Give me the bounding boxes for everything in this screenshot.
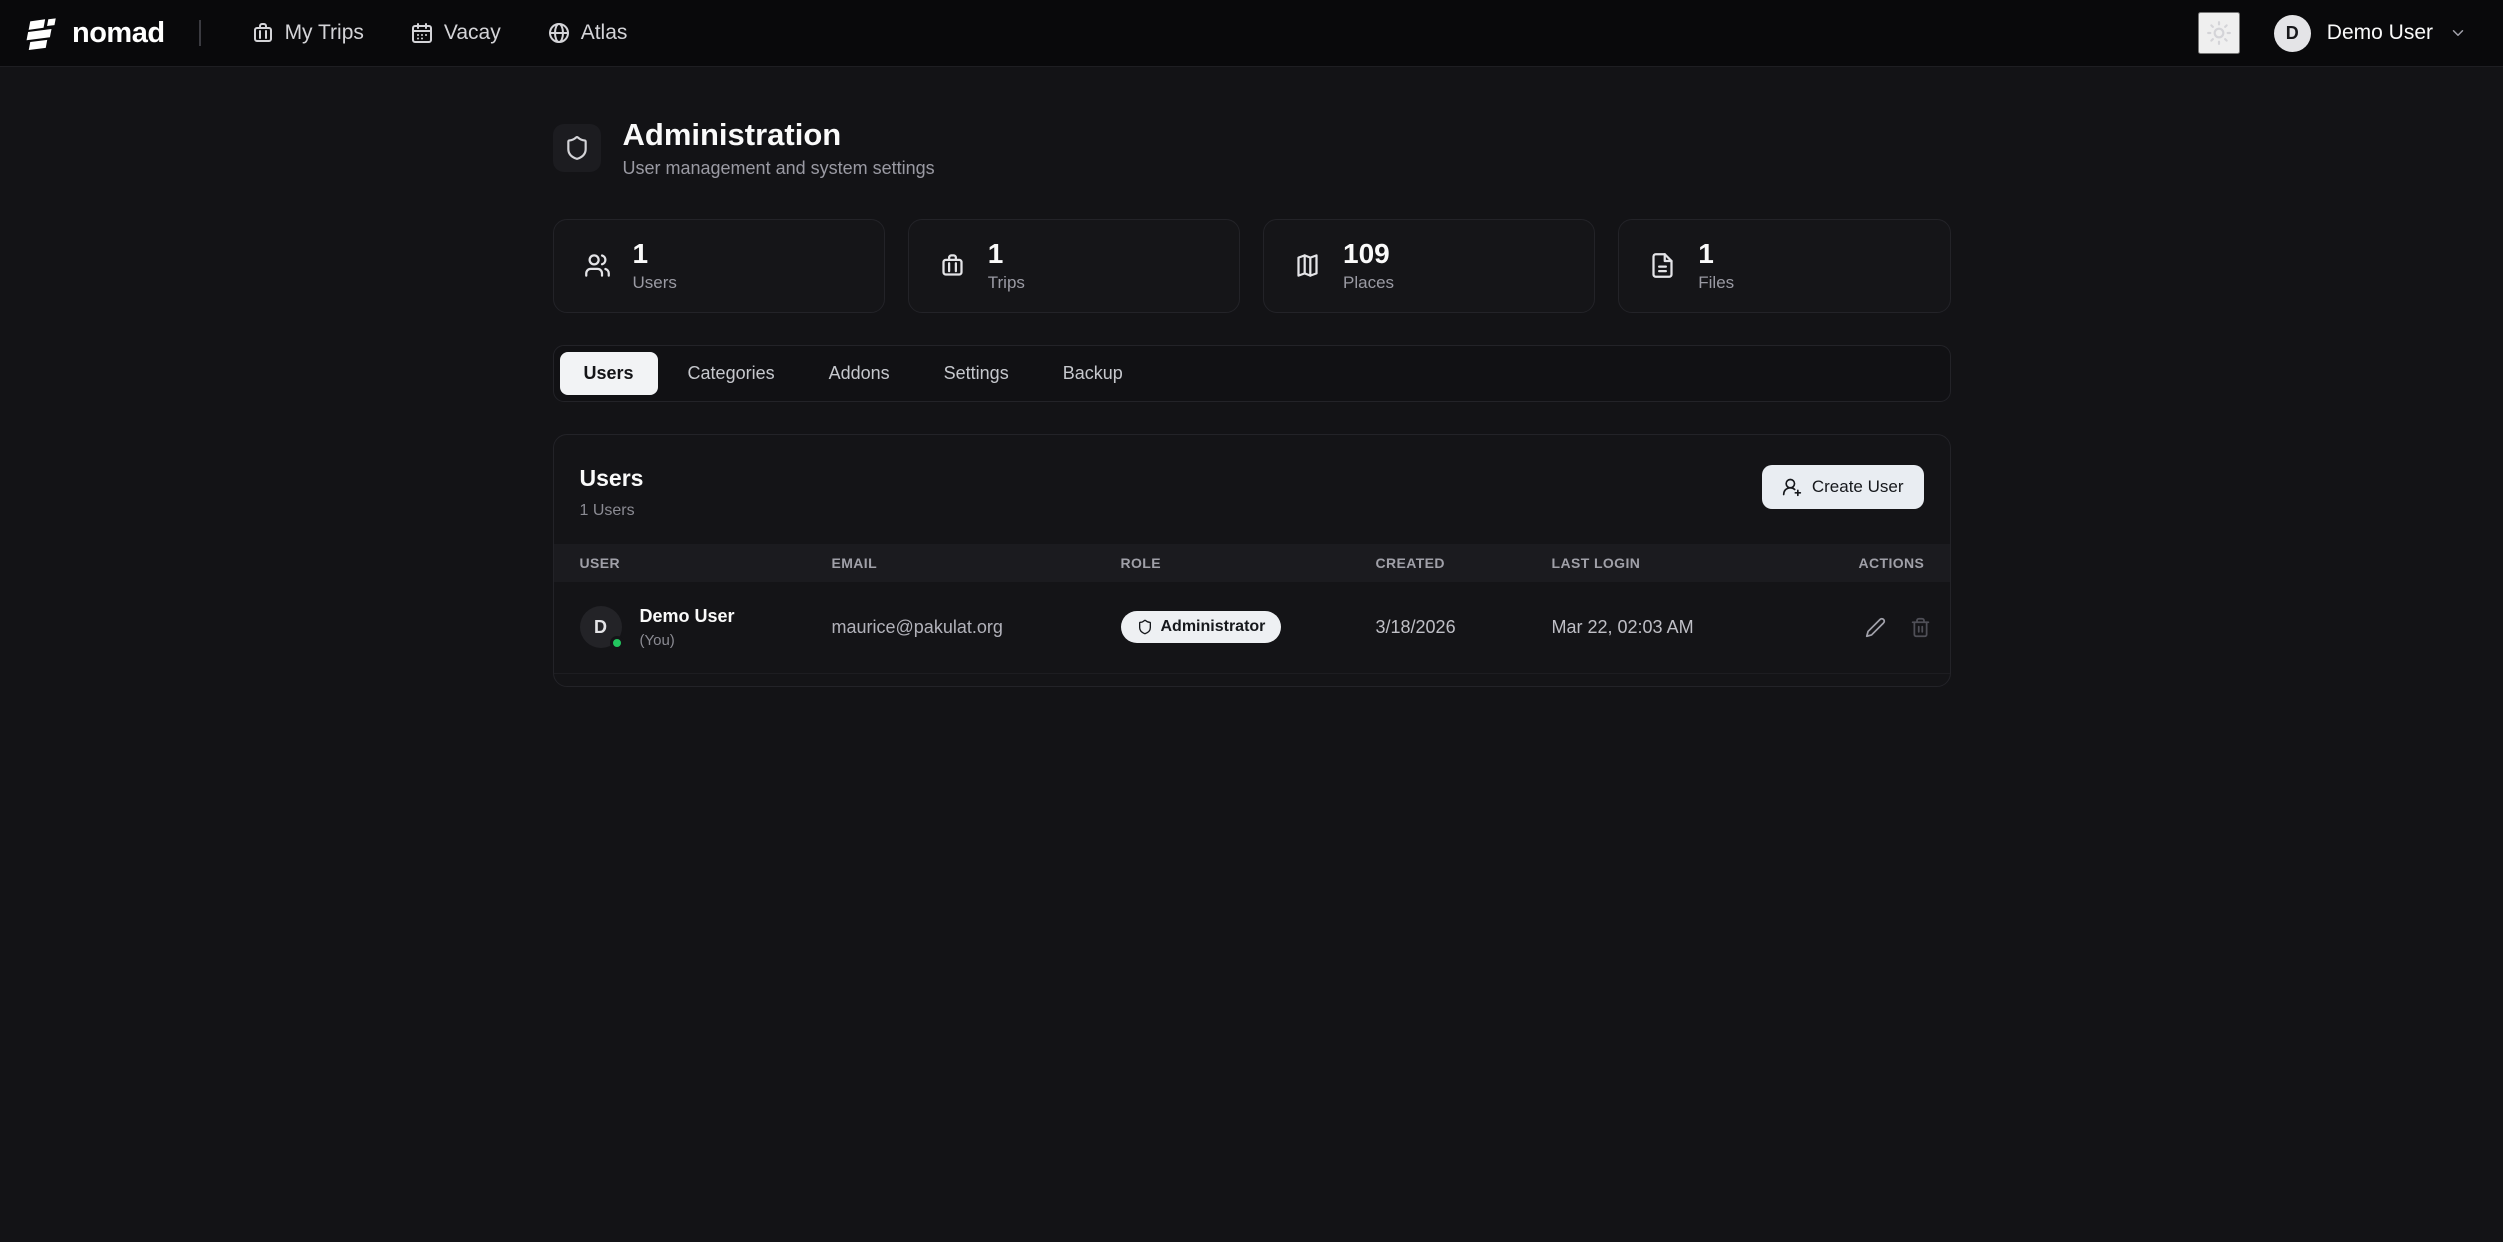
- column-header-last-login: Last Login: [1552, 555, 1859, 571]
- globe-icon: [547, 21, 571, 45]
- nav-links: My Trips Vacay: [235, 11, 644, 55]
- users-count: 1 Users: [580, 502, 644, 520]
- page-header-text: Administration User management and syste…: [623, 117, 935, 179]
- stat-card-trips: 1 Trips: [908, 219, 1240, 313]
- row-last-login: Mar 22, 02:03 AM: [1552, 617, 1859, 638]
- calendar-icon: [410, 21, 434, 45]
- column-header-actions: Actions: [1859, 555, 1925, 571]
- navbar-right: D Demo User: [2198, 12, 2467, 54]
- stat-text: 1 Trips: [988, 239, 1025, 293]
- stat-label: Files: [1698, 273, 1734, 293]
- row-role: Administrator: [1121, 611, 1376, 643]
- users-panel: Users 1 Users Create User User Email Rol…: [553, 434, 1951, 687]
- nomad-logo-icon: [26, 16, 60, 50]
- stat-label: Places: [1343, 273, 1394, 293]
- sun-icon: [2206, 20, 2232, 46]
- stat-card-files: 1 Files: [1618, 219, 1950, 313]
- stat-label: Users: [633, 273, 677, 293]
- users-panel-header: Users 1 Users Create User: [554, 435, 1950, 544]
- pencil-icon: [1865, 617, 1886, 638]
- nav-item-vacay[interactable]: Vacay: [394, 11, 517, 55]
- nav-item-atlas[interactable]: Atlas: [531, 11, 644, 55]
- luggage-icon: [939, 252, 966, 279]
- tab-settings[interactable]: Settings: [920, 352, 1033, 395]
- role-badge: Administrator: [1121, 611, 1282, 643]
- role-label: Administrator: [1161, 618, 1266, 636]
- column-header-role: Role: [1121, 555, 1376, 571]
- chevron-down-icon: [2449, 24, 2467, 42]
- stat-card-places: 109 Places: [1263, 219, 1595, 313]
- nav-item-my-trips[interactable]: My Trips: [235, 11, 380, 55]
- navbar-left: nomad My Trips: [26, 11, 643, 55]
- trash-icon: [1910, 617, 1931, 638]
- create-user-label: Create User: [1812, 477, 1904, 497]
- page-title: Administration: [623, 117, 935, 153]
- avatar: D: [580, 606, 622, 648]
- avatar-initial: D: [594, 617, 607, 638]
- shield-icon: [553, 124, 601, 172]
- admin-tabs: Users Categories Addons Settings Backup: [553, 345, 1951, 402]
- you-label: (You): [640, 632, 735, 649]
- luggage-icon: [251, 21, 275, 45]
- stat-value: 1: [988, 239, 1025, 270]
- page-subtitle: User management and system settings: [623, 158, 935, 179]
- column-header-user: User: [580, 555, 832, 571]
- users-table-header: User Email Role Created Last Login Actio…: [554, 544, 1950, 582]
- row-actions: [1859, 611, 1937, 644]
- theme-toggle-button[interactable]: [2198, 12, 2240, 54]
- file-icon: [1649, 252, 1676, 279]
- stat-label: Trips: [988, 273, 1025, 293]
- row-email: maurice@pakulat.org: [832, 617, 1121, 638]
- tab-users[interactable]: Users: [560, 352, 658, 395]
- row-user-name: Demo User: [640, 606, 735, 627]
- map-icon: [1294, 252, 1321, 279]
- brand-name: nomad: [72, 17, 165, 50]
- user-menu[interactable]: D Demo User: [2274, 15, 2467, 52]
- user-name: Demo User: [2327, 21, 2433, 45]
- nav-divider: [199, 20, 201, 46]
- stats-row: 1 Users 1 Trips: [553, 219, 1951, 313]
- shield-icon: [1137, 619, 1153, 635]
- user-name-block: Demo User (You): [640, 606, 735, 649]
- online-status-dot: [610, 636, 624, 650]
- page-header: Administration User management and syste…: [553, 117, 1951, 179]
- stat-text: 109 Places: [1343, 239, 1394, 293]
- stat-value: 1: [1698, 239, 1734, 270]
- user-plus-icon: [1782, 477, 1802, 497]
- tab-backup[interactable]: Backup: [1039, 352, 1147, 395]
- users-panel-heading: Users 1 Users: [580, 465, 644, 520]
- admin-page: Administration User management and syste…: [553, 67, 1951, 687]
- user-cell: D Demo User (You): [580, 606, 832, 649]
- users-icon: [584, 252, 611, 279]
- avatar: D: [2274, 15, 2311, 52]
- column-header-email: Email: [832, 555, 1121, 571]
- stat-card-users: 1 Users: [553, 219, 885, 313]
- row-created: 3/18/2026: [1376, 617, 1552, 638]
- stat-value: 109: [1343, 239, 1394, 270]
- table-row: D Demo User (You) maurice@pakulat.org Ad: [554, 582, 1950, 674]
- avatar-initial: D: [2286, 23, 2299, 44]
- create-user-button[interactable]: Create User: [1762, 465, 1924, 509]
- top-navbar: nomad My Trips: [0, 0, 2503, 67]
- tab-addons[interactable]: Addons: [805, 352, 914, 395]
- tab-categories[interactable]: Categories: [664, 352, 799, 395]
- edit-user-button[interactable]: [1859, 611, 1892, 644]
- stat-value: 1: [633, 239, 677, 270]
- stat-text: 1 Users: [633, 239, 677, 293]
- column-header-created: Created: [1376, 555, 1552, 571]
- nav-item-label: Vacay: [444, 21, 501, 45]
- delete-user-button[interactable]: [1904, 611, 1937, 644]
- stat-text: 1 Files: [1698, 239, 1734, 293]
- users-panel-title: Users: [580, 465, 644, 492]
- nav-item-label: Atlas: [581, 21, 628, 45]
- brand-logo[interactable]: nomad: [26, 16, 165, 50]
- nav-item-label: My Trips: [285, 21, 364, 45]
